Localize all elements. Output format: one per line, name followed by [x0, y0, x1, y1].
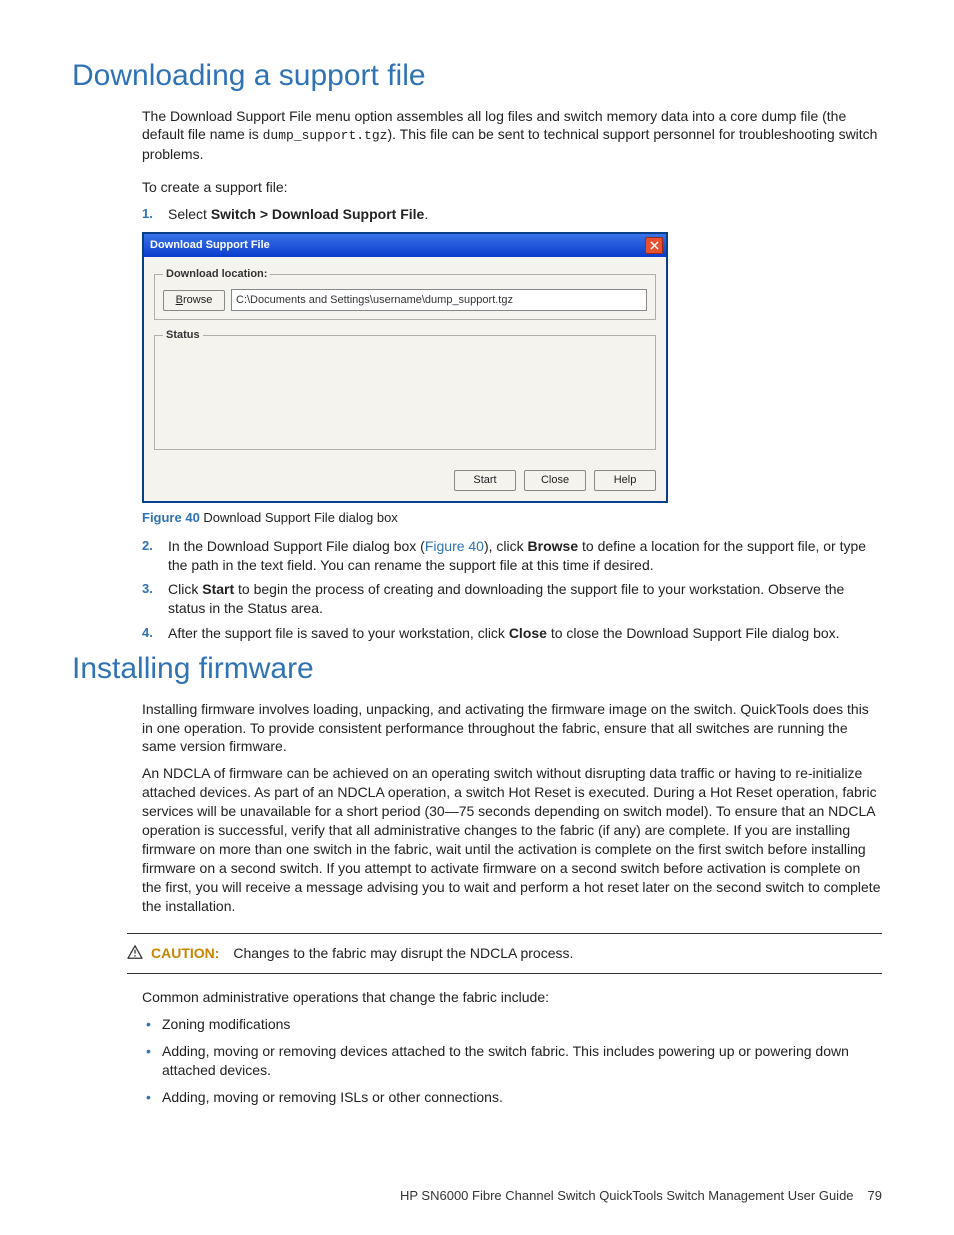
default-filename: dump_support.tgz	[263, 128, 388, 143]
create-instruction: To create a support file:	[142, 178, 882, 197]
step-number: 4.	[142, 624, 153, 642]
step-post: to close the Download Support File dialo…	[547, 625, 840, 641]
step-text: Click	[168, 581, 202, 597]
list-item: Adding, moving or removing ISLs or other…	[142, 1088, 882, 1107]
step-number: 1.	[142, 205, 153, 223]
page-number: 79	[868, 1187, 882, 1205]
caution-box: CAUTION: Changes to the fabric may disru…	[127, 936, 882, 971]
step-3: 3. Click Start to begin the process of c…	[142, 580, 882, 618]
close-icon[interactable]	[645, 237, 663, 254]
figure-caption-text: Download Support File dialog box	[200, 510, 398, 525]
status-legend: Status	[163, 328, 203, 343]
step-number: 2.	[142, 537, 153, 555]
download-location-group: Download location: Browse C:\Documents a…	[154, 267, 656, 321]
status-group: Status	[154, 328, 656, 450]
close-button[interactable]: Close	[524, 470, 586, 491]
figure-caption: Figure 40 Download Support File dialog b…	[142, 509, 882, 527]
step-1: 1. Select Switch > Download Support File…	[142, 205, 882, 224]
figure-link[interactable]: Figure 40	[425, 538, 484, 554]
path-input[interactable]: C:\Documents and Settings\username\dump_…	[231, 289, 647, 311]
step-bold: Start	[202, 581, 234, 597]
step-post: .	[424, 206, 428, 222]
browse-button[interactable]: Browse	[163, 290, 225, 311]
page-footer: HP SN6000 Fibre Channel Switch QuickTool…	[72, 1187, 882, 1205]
dialog-titlebar: Download Support File	[144, 234, 666, 257]
heading-downloading: Downloading a support file	[72, 56, 882, 97]
list-item: Zoning modifications	[142, 1015, 882, 1034]
help-button[interactable]: Help	[594, 470, 656, 491]
figure-label: Figure 40	[142, 510, 200, 525]
step-text: Select	[168, 206, 211, 222]
footer-title: HP SN6000 Fibre Channel Switch QuickTool…	[400, 1187, 854, 1205]
intro-paragraph: The Download Support File menu option as…	[142, 107, 882, 164]
status-area	[163, 351, 647, 441]
caution-rule-top	[127, 933, 882, 934]
step-bold: Browse	[528, 538, 579, 554]
browse-label-rest: rowse	[183, 294, 212, 306]
start-button[interactable]: Start	[454, 470, 516, 491]
step-4: 4. After the support file is saved to yo…	[142, 624, 882, 643]
caution-label: CAUTION:	[151, 945, 219, 961]
dialog-title: Download Support File	[150, 238, 270, 253]
heading-installing: Installing firmware	[72, 649, 882, 690]
download-location-legend: Download location:	[163, 267, 270, 282]
step-text: After the support file is saved to your …	[168, 625, 509, 641]
step-bold: Switch > Download Support File	[211, 206, 425, 222]
step-mid: ), click	[484, 538, 528, 554]
step-2: 2. In the Download Support File dialog b…	[142, 537, 882, 575]
caution-text: Changes to the fabric may disrupt the ND…	[233, 945, 573, 961]
step-post: to begin the process of creating and dow…	[168, 581, 844, 616]
download-support-dialog: Download Support File Download location:…	[142, 232, 668, 504]
caution-rule-bottom	[127, 973, 882, 974]
installing-p1: Installing firmware involves loading, un…	[142, 700, 882, 757]
installing-p2: An NDCLA of firmware can be achieved on …	[142, 764, 882, 915]
step-text: In the Download Support File dialog box …	[168, 538, 425, 554]
caution-icon	[127, 945, 143, 959]
step-bold: Close	[509, 625, 547, 641]
list-item: Adding, moving or removing devices attac…	[142, 1042, 882, 1080]
step-number: 3.	[142, 580, 153, 598]
installing-p3: Common administrative operations that ch…	[142, 988, 882, 1007]
